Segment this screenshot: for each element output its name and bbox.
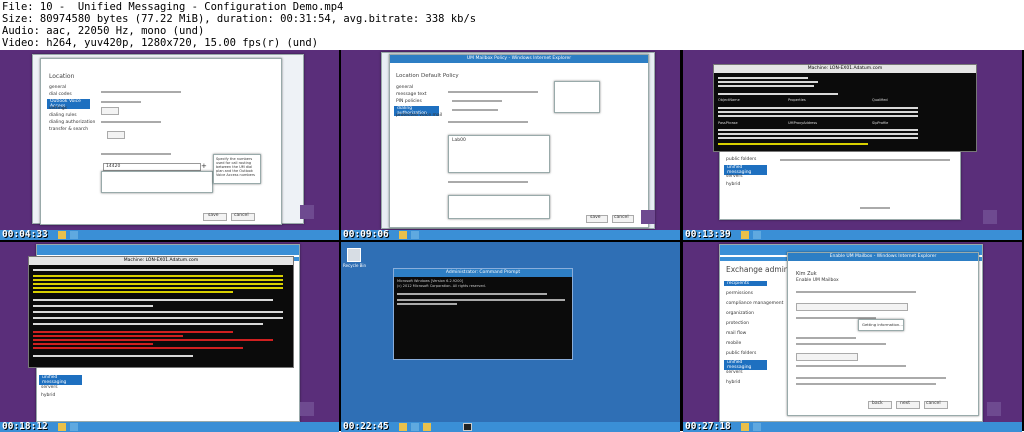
command-prompt-window[interactable]: Administrator: Command Prompt Microsoft …: [393, 268, 573, 360]
audio-info-line: Audio: aac, 22050 Hz, mono (und): [2, 25, 205, 37]
nav-item[interactable]: general: [49, 85, 66, 90]
thumbnail-grid: Location general dial codes Outlook Voic…: [0, 50, 1024, 432]
nav-item[interactable]: dialing authorization: [49, 120, 95, 125]
location-dialog: Location general dial codes Outlook Voic…: [40, 58, 282, 225]
sidebar-item-selected[interactable]: unified messaging: [39, 375, 82, 385]
folder-icon[interactable]: [741, 231, 749, 239]
timestamp: 00:22:45: [343, 421, 389, 432]
enable-um-dialog: Enable UM Mailbox - Windows Internet Exp…: [787, 252, 979, 416]
window-title: Enable UM Mailbox - Windows Internet Exp…: [788, 253, 978, 261]
folder-icon[interactable]: [399, 423, 407, 431]
console-icon[interactable]: [463, 423, 472, 431]
sidebar-item[interactable]: servers: [726, 370, 743, 375]
console-title: Machine: LON-EX01.Adatum.com: [714, 65, 976, 73]
change-button[interactable]: [101, 107, 119, 115]
help-tooltip: Specify the numbers used for call routin…: [213, 154, 261, 184]
timestamp: 00:09:06: [343, 229, 389, 240]
thumbnail-3[interactable]: public folders unified messaging servers…: [683, 50, 1022, 240]
number-input[interactable]: 14420: [103, 163, 201, 171]
recycle-bin-icon[interactable]: [347, 248, 361, 262]
sidebar-item[interactable]: public folders: [726, 351, 756, 356]
folder-icon[interactable]: [741, 423, 749, 431]
user-name: Kim Zuk: [796, 271, 817, 277]
folder-icon[interactable]: [58, 231, 66, 239]
desktop-tile: [300, 402, 314, 416]
folder-icon[interactable]: [399, 231, 407, 239]
thumbnail-6[interactable]: Exchange admin center recipients permiss…: [683, 242, 1022, 432]
sidebar-item[interactable]: hybrid: [41, 393, 55, 398]
number-list[interactable]: [101, 171, 213, 193]
sidebar-item[interactable]: hybrid: [726, 380, 740, 385]
folder-icon[interactable]: [58, 423, 66, 431]
powershell-console[interactable]: Machine: LON-EX01.Adatum.com: [28, 256, 294, 368]
international-list[interactable]: [448, 195, 550, 219]
nav-item[interactable]: general: [396, 85, 413, 90]
video-info-line: Video: h264, yuv420p, 1280x720, 15.00 fp…: [2, 37, 319, 49]
nav-item[interactable]: PIN policies: [396, 99, 422, 104]
recycle-bin-label: Recycle Bin: [343, 263, 367, 268]
nav-item[interactable]: dialing rules: [49, 113, 77, 118]
browser-icon[interactable]: [411, 231, 419, 239]
nav-item[interactable]: settings: [49, 106, 67, 111]
timestamp-bar: 00:04:33: [0, 229, 339, 240]
timestamp: 00:04:33: [2, 229, 48, 240]
browser-icon[interactable]: [753, 423, 761, 431]
pin-field[interactable]: [796, 353, 858, 361]
timestamp: 00:18:12: [2, 421, 48, 432]
file-info-header: File: 10 - Unified Messaging - Configura…: [0, 0, 1024, 50]
thumbnail-1[interactable]: Location general dial codes Outlook Voic…: [0, 50, 339, 240]
nav-item[interactable]: message text: [396, 92, 427, 97]
file-name-line: File: 10 - Unified Messaging - Configura…: [2, 1, 344, 13]
policy-field[interactable]: [796, 303, 908, 311]
desktop-tile: [300, 205, 314, 219]
nav-item[interactable]: dial codes: [49, 92, 72, 97]
dial-codes-list[interactable]: Lab00: [448, 135, 550, 173]
browser-icon[interactable]: [753, 231, 761, 239]
console-title: Administrator: Command Prompt: [394, 269, 572, 277]
sidebar-item[interactable]: organization: [726, 311, 754, 316]
thumbnail-5[interactable]: Recycle Bin Administrator: Command Promp…: [341, 242, 680, 432]
thumbnail-4[interactable]: unified messaging servers hybrid Machine…: [0, 242, 339, 432]
browser-icon[interactable]: [70, 231, 78, 239]
sidebar-item[interactable]: permissions: [726, 291, 753, 296]
sidebar-item[interactable]: recipients: [724, 281, 767, 286]
browser-icon[interactable]: [70, 423, 78, 431]
timestamp-bar: 00:09:06: [341, 229, 680, 240]
change-button[interactable]: [107, 131, 125, 139]
eac-window: public folders unified messaging servers…: [719, 146, 961, 220]
sidebar-item[interactable]: compliance management: [726, 301, 783, 306]
desktop-tile: [641, 210, 655, 224]
timestamp: 00:13:39: [685, 229, 731, 240]
window-title: UM Mailbox Policy - Windows Internet Exp…: [390, 55, 648, 63]
sidebar-item-selected[interactable]: unified messaging: [724, 360, 767, 370]
nav-item[interactable]: transfer & search: [49, 127, 88, 132]
nav-item[interactable]: protected voice mail: [396, 113, 442, 118]
add-icon[interactable]: +: [201, 162, 207, 170]
explorer-icon[interactable]: [423, 423, 431, 431]
desktop-tile: [987, 402, 1001, 416]
policy-heading: Location Default Policy: [396, 73, 459, 79]
thumbnail-2[interactable]: UM Mailbox Policy - Windows Internet Exp…: [341, 50, 680, 240]
loading-tooltip: Getting information...: [858, 319, 904, 331]
dialog-subtitle: Enable UM Mailbox: [796, 278, 839, 283]
sidebar-item[interactable]: servers: [726, 174, 743, 179]
sidebar-item[interactable]: mail flow: [726, 331, 746, 336]
um-policy-dialog: UM Mailbox Policy - Windows Internet Exp…: [389, 54, 649, 228]
sidebar-item[interactable]: servers: [41, 385, 58, 390]
file-size-line: Size: 80974580 bytes (77.22 MiB), durati…: [2, 13, 477, 25]
help-tooltip: [554, 81, 600, 113]
timestamp: 00:27:18: [685, 421, 731, 432]
dialog-title: Location: [49, 73, 75, 80]
timestamp-bar: 00:13:39: [683, 229, 1022, 240]
console-title: Machine: LON-EX01.Adatum.com: [29, 257, 293, 265]
sidebar-item[interactable]: public folders: [726, 157, 756, 162]
powershell-console[interactable]: Machine: LON-EX01.Adatum.com ObjectName …: [713, 64, 977, 152]
desktop-tile: [983, 210, 997, 224]
sidebar-item[interactable]: mobile: [726, 341, 741, 346]
sidebar-item[interactable]: hybrid: [726, 182, 740, 187]
sidebar-item[interactable]: protection: [726, 321, 749, 326]
browser-icon[interactable]: [411, 423, 419, 431]
